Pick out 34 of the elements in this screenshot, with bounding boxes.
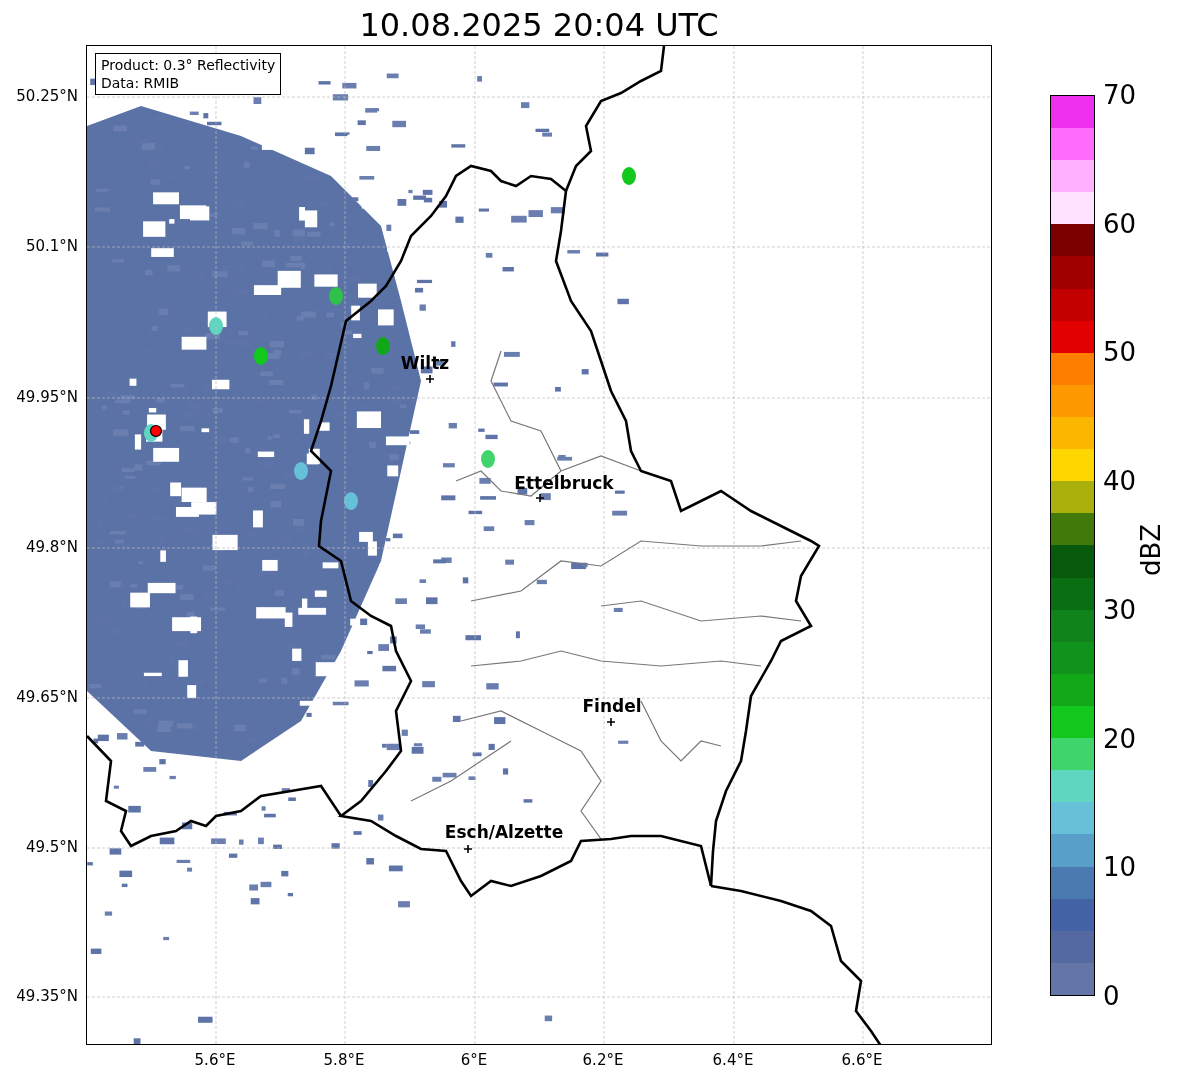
colorbar-tick-label: 20 xyxy=(1103,723,1137,754)
longitude-label: 6.2°E xyxy=(582,1051,624,1069)
colorbar-tick-label: 70 xyxy=(1103,80,1137,110)
chart-title: 10.08.2025 20:04 UTC xyxy=(359,6,719,44)
colorbar-tick-label: 10 xyxy=(1103,852,1137,883)
legend-text: Product: 0.3° Reflectivity xyxy=(101,56,276,74)
plus-marker-icon xyxy=(426,375,434,383)
latitude-label: 49.35°N xyxy=(16,987,78,1005)
plus-marker-icon xyxy=(536,494,544,502)
city-label: Esch/Alzette xyxy=(444,822,564,842)
plus-marker-icon xyxy=(607,718,615,726)
radar-site-marker xyxy=(149,424,163,438)
colorbar-tick-label: 60 xyxy=(1103,208,1137,239)
colorbar-axis-label: dBZ xyxy=(1136,523,1167,577)
city-label: Ettelbruck xyxy=(514,473,614,493)
longitude-label: 6°E xyxy=(460,1051,488,1069)
latitude-label: 50.25°N xyxy=(16,87,78,105)
legend-text: Data: RMIB xyxy=(101,74,181,92)
colorbar-tick-label: 40 xyxy=(1103,466,1137,497)
colorbar-tick-label: 50 xyxy=(1103,337,1137,368)
latitude-label: 49.65°N xyxy=(16,688,78,706)
longitude-label: 6.6°E xyxy=(841,1051,883,1069)
latitude-label: 49.95°N xyxy=(16,388,78,406)
longitude-label: 5.6°E xyxy=(194,1051,236,1069)
plus-marker-icon xyxy=(464,845,472,853)
longitude-label: 6.4°E xyxy=(712,1051,754,1069)
longitude-label: 5.8°E xyxy=(323,1051,365,1069)
latitude-label: 49.5°N xyxy=(25,838,78,856)
colorbar-tick-label: 30 xyxy=(1103,594,1137,625)
latitude-label: 50.1°N xyxy=(25,237,78,255)
latitude-label: 49.8°N xyxy=(25,538,78,556)
city-label: Wiltz xyxy=(400,353,450,373)
colorbar-tick-label: 0 xyxy=(1103,981,1120,1011)
city-label: Findel xyxy=(582,696,642,716)
